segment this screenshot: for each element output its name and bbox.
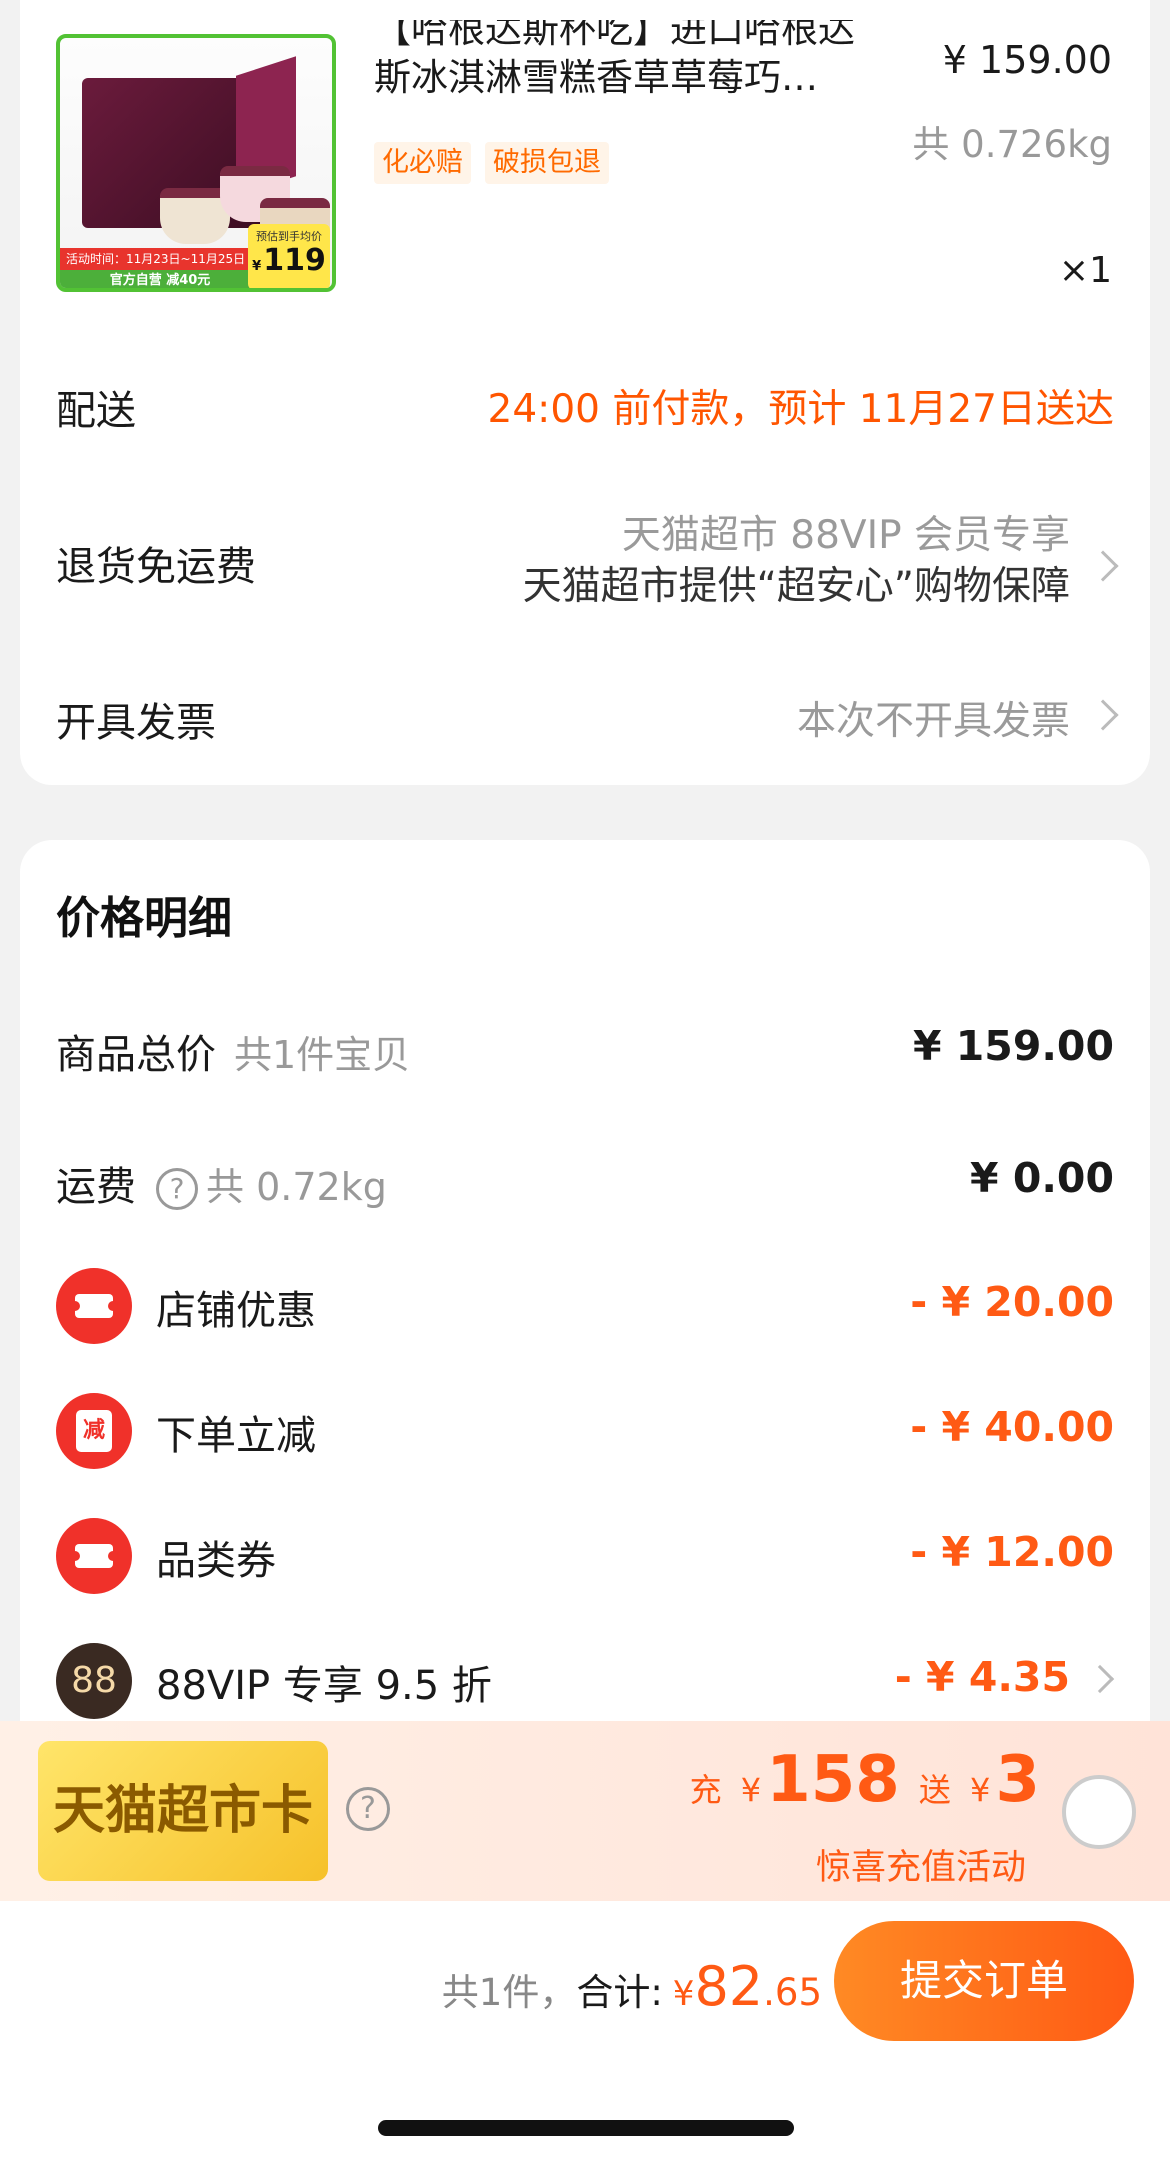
ticket-icon bbox=[56, 1518, 132, 1594]
store-discount-row: 店铺优惠 - ¥ 20.00 bbox=[56, 1268, 1114, 1344]
recharge-activity-label: 惊喜充值活动 bbox=[815, 1848, 1026, 1888]
thumb-price-label: 预估到手均价 bbox=[256, 230, 322, 243]
delivery-label: 配送 bbox=[56, 388, 136, 434]
tag-compensation: 化必赔 bbox=[374, 142, 471, 184]
goods-total-row: 商品总价 共1件宝贝 ¥ 159.00 bbox=[56, 1016, 1114, 1086]
category-coupon-amount: - ¥ 12.00 bbox=[910, 1528, 1114, 1576]
order-reduction-label: 下单立减 bbox=[156, 1413, 316, 1459]
tag-damage-return: 破损包退 bbox=[485, 142, 609, 184]
item-count: 共1件， bbox=[441, 1971, 577, 2014]
jian-icon: 减 bbox=[56, 1393, 132, 1469]
return-line2: 天猫超市提供“超安心”购物保障 bbox=[522, 564, 1070, 609]
goods-count: 共1件宝贝 bbox=[234, 1033, 411, 1077]
supermarket-card-badge: 天猫超市卡 bbox=[38, 1741, 328, 1881]
price-detail-card: 价格明细 商品总价 共1件宝贝 ¥ 159.00 运费? 共 0.72kg ¥ 0.… bbox=[20, 840, 1150, 1740]
return-freight-value: 天猫超市 88VIP 会员专享 天猫超市提供“超安心”购物保障 bbox=[523, 510, 1070, 612]
submit-order-button[interactable]: 提交订单 bbox=[834, 1921, 1134, 2041]
store-discount-amount: - ¥ 20.00 bbox=[910, 1278, 1114, 1326]
thumb-activity-ribbon: 活动时间：11月23日~11月25日 bbox=[60, 248, 260, 270]
price-detail-title: 价格明细 bbox=[56, 893, 232, 944]
vip-discount-amount: - ¥ 4.35 bbox=[894, 1653, 1070, 1701]
return-line1: 天猫超市 88VIP 会员专享 bbox=[621, 513, 1070, 558]
help-icon[interactable]: ? bbox=[156, 1168, 198, 1210]
gift-amount: 3 bbox=[995, 1743, 1040, 1817]
category-coupon-label: 品类券 bbox=[156, 1538, 276, 1584]
order-confirm-page: 活动时间：11月23日~11月25日 官方自营 减40元 预估到手均价 ¥119… bbox=[0, 0, 1170, 2166]
product-title-line1: 【哈根达斯杯吃】进口哈根达 bbox=[374, 20, 855, 51]
88vip-icon: 88 bbox=[56, 1643, 132, 1719]
order-reduction-row: 减 下单立减 - ¥ 40.00 bbox=[56, 1393, 1114, 1469]
ticket-icon bbox=[56, 1268, 132, 1344]
order-item-card: 活动时间：11月23日~11月25日 官方自营 减40元 预估到手均价 ¥119… bbox=[20, 0, 1150, 785]
product-weight: 共 0.726kg bbox=[912, 123, 1112, 166]
recharge-amount: 158 bbox=[766, 1743, 900, 1817]
category-coupon-row: 品类券 - ¥ 12.00 bbox=[56, 1518, 1114, 1594]
goods-total-amount: ¥ 159.00 bbox=[912, 1022, 1114, 1070]
invoice-row[interactable]: 开具发票 本次不开具发票 bbox=[56, 690, 1119, 750]
return-freight-label: 退货免运费 bbox=[56, 544, 256, 590]
delivery-value: 24:00 前付款，预计 11月27日送达 bbox=[487, 387, 1114, 432]
product-thumbnail[interactable]: 活动时间：11月23日~11月25日 官方自营 减40元 预估到手均价 ¥119 bbox=[56, 34, 336, 292]
store-discount-label: 店铺优惠 bbox=[156, 1288, 316, 1334]
freight-label: 运费? 共 0.72kg bbox=[56, 1164, 387, 1210]
recharge-select-radio[interactable] bbox=[1062, 1775, 1136, 1849]
vip-discount-label: 88VIP 专享 9.5 折 bbox=[156, 1663, 492, 1709]
return-freight-row[interactable]: 退货免运费 天猫超市 88VIP 会员专享 天猫超市提供“超安心”购物保障 bbox=[56, 510, 1119, 620]
recharge-offer: 充 ¥ 158 送 ¥ 3 bbox=[689, 1743, 1040, 1817]
goods-total-label: 商品总价 共1件宝贝 bbox=[56, 1032, 411, 1078]
home-indicator[interactable] bbox=[378, 2120, 794, 2136]
chevron-right-icon bbox=[1085, 1664, 1115, 1694]
invoice-label: 开具发票 bbox=[56, 700, 216, 746]
product-tags: 化必赔 破损包退 bbox=[374, 142, 609, 184]
recharge-promo-banner: 天猫超市卡 ? 充 ¥ 158 送 ¥ 3 惊喜充值活动 bbox=[0, 1721, 1170, 1901]
invoice-value: 本次不开具发票 bbox=[796, 699, 1070, 744]
total-decimal: .65 bbox=[763, 1971, 822, 2014]
chevron-right-icon bbox=[1087, 699, 1119, 731]
product-quantity: ×1 bbox=[1058, 250, 1112, 291]
thumb-official-ribbon: 官方自营 减40元 bbox=[60, 270, 260, 288]
product-title-line2: 斯冰淇淋雪糕香草草莓巧… bbox=[374, 56, 818, 99]
thumb-price-value: ¥119 bbox=[252, 243, 326, 278]
total-label: 合计: bbox=[576, 1971, 663, 2014]
help-icon[interactable]: ? bbox=[346, 1787, 390, 1831]
vip-discount-row[interactable]: 88 88VIP 专享 9.5 折 - ¥ 4.35 bbox=[56, 1643, 1115, 1719]
product-title[interactable]: 【哈根达斯杯吃】进口哈根达 斯冰淇淋雪糕香草草莓巧… bbox=[374, 20, 914, 120]
freight-row: 运费? 共 0.72kg ¥ 0.00 bbox=[56, 1148, 1114, 1218]
order-total: 共1件，合计: ¥82.65 bbox=[441, 1955, 822, 2018]
chevron-right-icon bbox=[1087, 550, 1119, 582]
freight-amount: ¥ 0.00 bbox=[970, 1154, 1114, 1202]
order-reduction-amount: - ¥ 40.00 bbox=[910, 1403, 1114, 1451]
product-price: ¥ 159.00 bbox=[942, 38, 1112, 82]
delivery-row: 配送 24:00 前付款，预计 11月27日送达 bbox=[56, 378, 1114, 438]
total-integer: 82 bbox=[694, 1955, 764, 2018]
thumb-price-tag: 预估到手均价 ¥119 bbox=[248, 224, 330, 288]
freight-weight: 共 0.72kg bbox=[206, 1165, 387, 1209]
